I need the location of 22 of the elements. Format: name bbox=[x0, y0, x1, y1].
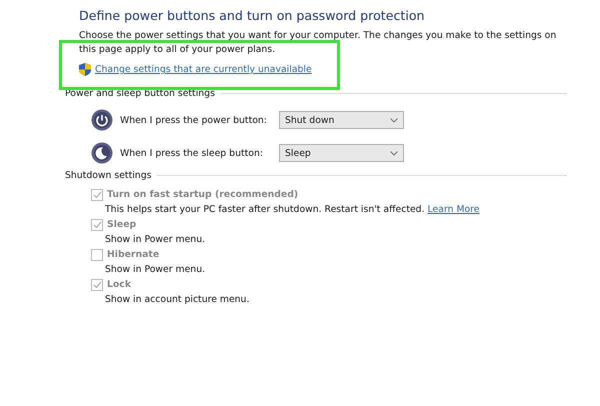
option-label: Lock bbox=[107, 279, 132, 290]
page-heading: Define power buttons and turn on password protection bbox=[79, 8, 426, 23]
moon-icon bbox=[91, 142, 113, 164]
option-description: This helps start your PC faster after shutdown. Restart isn't affected. bbox=[105, 204, 425, 215]
chevron-down-icon bbox=[390, 150, 398, 156]
shield-icon bbox=[79, 63, 91, 76]
action-dropdown[interactable]: Shut down bbox=[279, 111, 404, 129]
power-icon bbox=[91, 109, 113, 131]
option-label: Turn on fast startup (recommended) bbox=[107, 189, 298, 200]
option-label: Hibernate bbox=[107, 249, 160, 260]
row-label: When I press the power button: bbox=[120, 114, 268, 126]
option-description: Show in account picture menu. bbox=[105, 294, 250, 305]
option-description: Show in Power menu. bbox=[105, 234, 206, 245]
option-description: Show in Power menu. bbox=[105, 264, 206, 275]
action-dropdown[interactable]: Sleep bbox=[279, 144, 404, 162]
chevron-down-icon bbox=[390, 118, 398, 122]
option-label: Sleep bbox=[107, 219, 136, 230]
section-title: Power and sleep button settings bbox=[65, 88, 215, 99]
section-title: Shutdown settings bbox=[65, 170, 152, 181]
row-label: When I press the sleep button: bbox=[120, 148, 264, 158]
description-text: Choose the power settings that you want for your computer. The changes you make to the settings on this page apply to all of your power plans. bbox=[79, 29, 558, 57]
change-settings-link[interactable]: Change settings that are currently unavailable bbox=[95, 64, 312, 75]
